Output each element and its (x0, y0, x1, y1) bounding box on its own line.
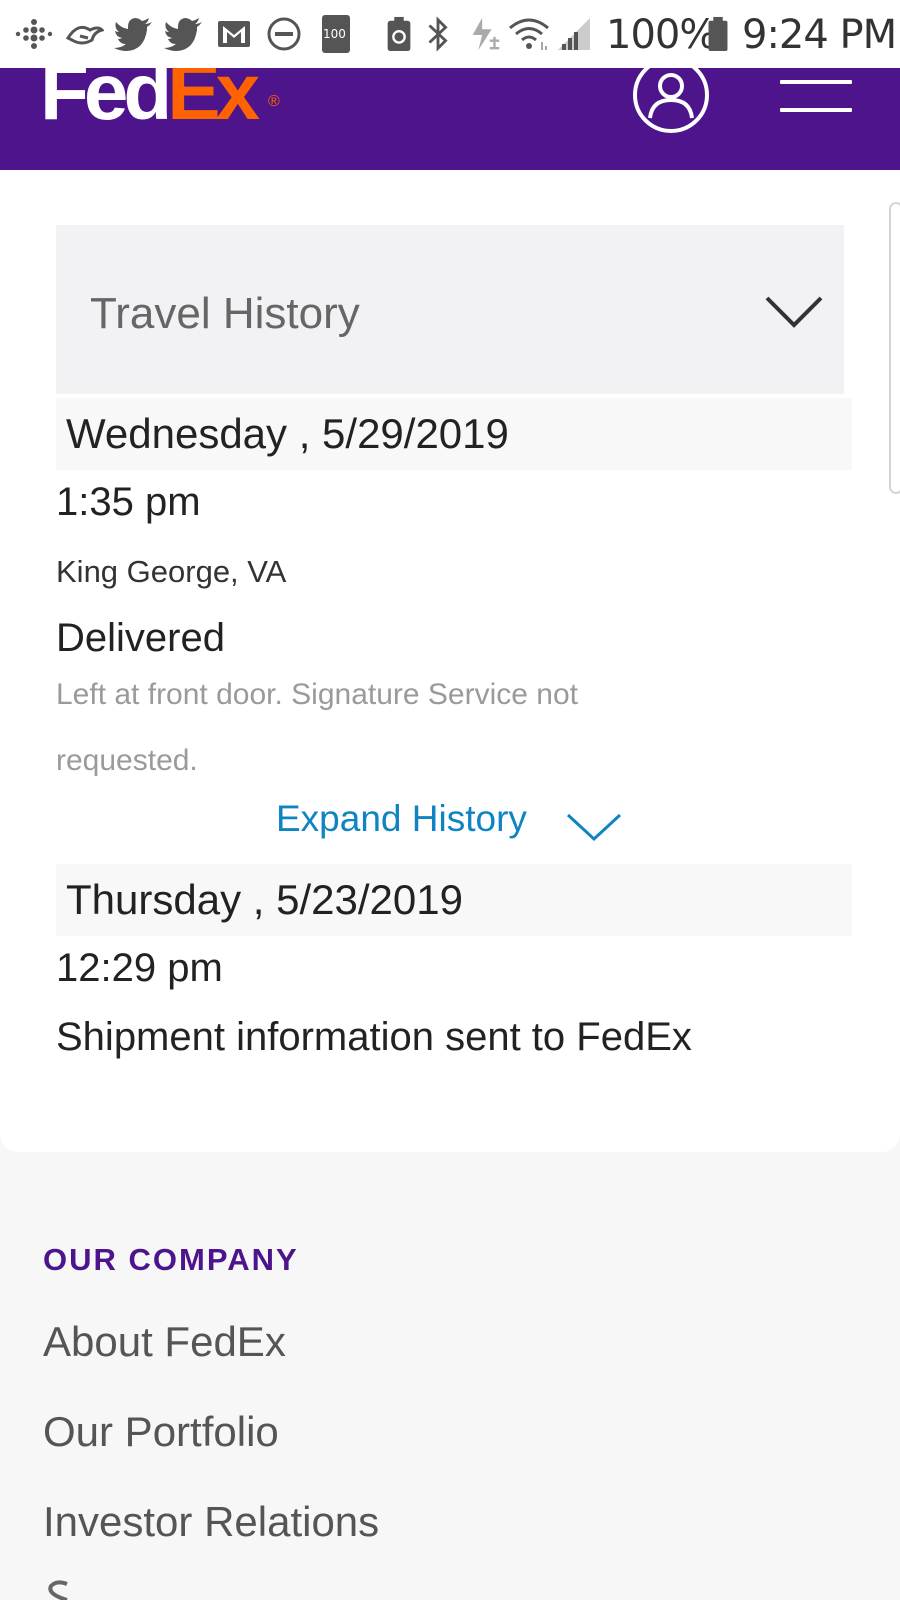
travel-history-title: Travel History (90, 289, 360, 338)
date-header: Wednesday , 5/29/2019 (56, 398, 852, 470)
expand-history-link[interactable]: Expand History (276, 798, 527, 840)
logo-ex: Ex (167, 68, 260, 136)
event-time: 1:35 pm (56, 480, 201, 524)
do-not-disturb-icon (267, 17, 301, 51)
fedex-logo[interactable]: FedEx ® (40, 68, 280, 132)
twitter-icon (164, 18, 202, 51)
footer-link-investor-relations[interactable]: Investor Relations (43, 1498, 379, 1546)
storage-badge-icon: 100 (322, 15, 350, 53)
site-header: FedEx ® (0, 68, 900, 170)
logo-registered: ® (268, 93, 280, 110)
event-status: Delivered (56, 616, 225, 660)
profile-icon[interactable] (632, 68, 710, 134)
travel-history-header[interactable]: Travel History (56, 225, 844, 394)
event-detail: Left at front door. Signature Service no… (56, 678, 578, 777)
tracking-card: Travel History Wednesday , 5/29/2019 1:3… (0, 170, 900, 1152)
cell-signal-icon (558, 18, 590, 50)
fitbit-icon (15, 19, 53, 49)
date-header: Thursday , 5/23/2019 (56, 864, 852, 936)
event-location: King George, VA (56, 554, 287, 589)
event-date: Wednesday , 5/29/2019 (66, 410, 509, 457)
event-date: Thursday , 5/23/2019 (66, 876, 463, 923)
gmail-icon (218, 21, 250, 47)
footer-link-about[interactable]: About FedEx (43, 1318, 286, 1366)
footer-heading: OUR COMPANY (43, 1242, 299, 1277)
battery-saver-icon (387, 16, 411, 52)
hamburger-menu-icon[interactable] (780, 80, 854, 116)
chevron-down-icon[interactable] (565, 812, 623, 842)
battery-percent: 100% (606, 12, 717, 58)
scrollbar[interactable] (889, 202, 900, 494)
battery-icon (708, 16, 728, 52)
event-status: Shipment information sent to FedEx (56, 1015, 692, 1059)
logo-fed: Fed (40, 68, 172, 136)
status-bar: 100 100% 9:24 PM (0, 0, 900, 68)
footer-next-link-partial[interactable] (43, 1580, 103, 1600)
footer-link-portfolio[interactable]: Our Portfolio (43, 1408, 279, 1456)
wifi-icon (509, 18, 549, 50)
event-time: 12:29 pm (56, 946, 223, 990)
storage-badge-text: 100 (323, 27, 346, 41)
site-footer: OUR COMPANY About FedEx Our Portfolio In… (0, 1152, 900, 1600)
twitter-icon (114, 18, 152, 51)
data-saver-icon (472, 17, 500, 51)
bird-app-icon (65, 25, 104, 45)
clock: 9:24 PM (742, 12, 897, 58)
chevron-down-icon[interactable] (764, 295, 824, 329)
bluetooth-icon (428, 16, 448, 52)
